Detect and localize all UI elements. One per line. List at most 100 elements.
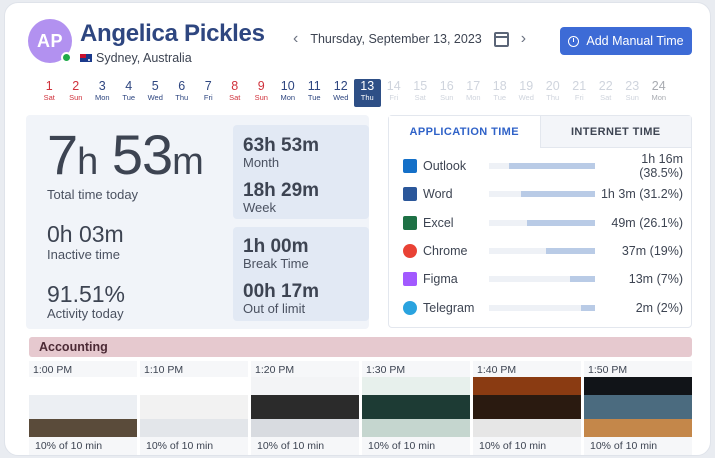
calendar-icon[interactable]	[493, 31, 509, 47]
online-status-dot	[61, 52, 72, 63]
day-number: 7	[204, 79, 212, 93]
screenshot-card[interactable]: 1:20 PM 10% of 10 min	[251, 361, 359, 455]
total-time-value: 7h 53m	[47, 123, 204, 194]
screenshot-thumbnail[interactable]	[29, 377, 137, 437]
screenshot-thumbnail[interactable]	[251, 377, 359, 437]
day-1[interactable]: 1 Sat	[36, 79, 63, 107]
add-manual-time-button[interactable]: Add Manual Time	[560, 27, 692, 55]
day-4[interactable]: 4 Tue	[116, 79, 143, 107]
screenshot-card[interactable]: 1:10 PM 10% of 10 min	[140, 361, 248, 455]
screenshot-time: 1:50 PM	[588, 364, 628, 376]
day-of-week: Fri	[574, 93, 584, 102]
day-number: 6	[178, 79, 186, 93]
day-14: 14 Fri	[381, 79, 408, 107]
day-9[interactable]: 9 Sun	[248, 79, 275, 107]
total-minutes: 53	[111, 123, 173, 186]
time-stats-panel: 7h 53m Total time today 0h 03m Inactive …	[26, 115, 369, 329]
day-number: 19	[519, 79, 534, 93]
screenshot-thumbnail[interactable]	[473, 377, 581, 437]
app-time: 2m	[635, 301, 654, 315]
app-percent: (26.1%)	[639, 216, 683, 230]
day-11[interactable]: 11 Tue	[301, 79, 328, 107]
app-percent: (31.2%)	[639, 187, 683, 201]
day-of-week: Wed	[147, 93, 163, 102]
day-8[interactable]: 8 Sat	[222, 79, 249, 107]
day-number: 2	[72, 79, 80, 93]
day-of-week: Sun	[254, 93, 268, 102]
screenshot-thumbnail[interactable]	[584, 377, 692, 437]
screenshot-thumbnail[interactable]	[362, 377, 470, 437]
app-name: Telegram	[423, 301, 475, 315]
day-5[interactable]: 5 Wed	[142, 79, 169, 107]
app-percent: (7%)	[656, 272, 683, 286]
day-number: 17	[466, 79, 481, 93]
clock-icon	[568, 35, 580, 47]
day-number: 10	[280, 79, 295, 93]
app-percent: (2%)	[656, 301, 683, 315]
app-row-outlook: Outlook 1h 16m (38.5%)	[403, 152, 683, 180]
app-usage-panel: APPLICATION TIME INTERNET TIME Outlook 1h…	[388, 115, 692, 328]
screenshot-card[interactable]: 1:00 PM 10% of 10 min	[29, 361, 137, 455]
chevron-right-icon[interactable]: ›	[521, 31, 526, 47]
screenshot-card[interactable]: 1:40 PM 10% of 10 min	[473, 361, 581, 455]
inactive-time-label: Inactive time	[47, 247, 120, 262]
day-number: 16	[439, 79, 454, 93]
user-name: Angelica Pickles	[80, 20, 265, 47]
usage-tabs: APPLICATION TIME INTERNET TIME	[389, 116, 691, 148]
day-number: 14	[386, 79, 401, 93]
day-of-week: Wed	[333, 93, 349, 102]
usage-bar	[489, 276, 595, 282]
day-7[interactable]: 7 Fri	[195, 79, 222, 107]
screenshot-time: 1:40 PM	[477, 364, 517, 376]
screenshot-thumbnail[interactable]	[140, 377, 248, 437]
hours-unit: h	[77, 141, 98, 183]
day-16: 16 Sun	[434, 79, 461, 107]
app-row-word: Word 1h 3m (31.2%)	[403, 183, 683, 205]
usage-bar-fill	[527, 220, 595, 226]
project-label: Accounting	[29, 337, 692, 357]
day-15: 15 Sat	[407, 79, 434, 107]
app-row-figma: Figma 13m (7%)	[403, 268, 683, 290]
day-13[interactable]: 13 Thu	[354, 79, 381, 107]
day-number: 9	[257, 79, 265, 93]
screenshot-card[interactable]: 1:50 PM 10% of 10 min	[584, 361, 692, 455]
day-of-week: Sun	[440, 93, 454, 102]
day-number: 1	[45, 79, 53, 93]
app-time: 49m	[611, 216, 636, 230]
user-location: Sydney, Australia	[80, 51, 192, 65]
tab-internet-time[interactable]: INTERNET TIME	[540, 116, 691, 148]
day-12[interactable]: 12 Wed	[328, 79, 355, 107]
screenshot-card[interactable]: 1:30 PM 10% of 10 min	[362, 361, 470, 455]
app-percent: (38.5%)	[639, 166, 683, 180]
figma-icon	[403, 272, 417, 286]
location-text: Sydney, Australia	[96, 51, 192, 65]
app-row-excel: Excel 49m (26.1%)	[403, 212, 683, 234]
app-row-chrome: Chrome 37m (19%)	[403, 240, 683, 262]
day-number: 8	[231, 79, 239, 93]
day-10[interactable]: 10 Mon	[275, 79, 302, 107]
app-time: 1h 3m	[600, 187, 636, 201]
inactive-time-value: 0h 03m	[47, 221, 124, 247]
day-number: 15	[413, 79, 428, 93]
day-2[interactable]: 2 Sun	[63, 79, 90, 107]
screenshot-time: 1:00 PM	[33, 364, 73, 376]
day-6[interactable]: 6 Thu	[169, 79, 196, 107]
day-of-week: Thu	[360, 93, 374, 102]
word-icon	[403, 187, 417, 201]
day-3[interactable]: 3 Mon	[89, 79, 116, 107]
usage-bar-fill	[520, 191, 595, 197]
week-label: Week	[243, 200, 276, 215]
app-name: Word	[423, 187, 453, 201]
total-hours: 7	[47, 123, 78, 186]
day-of-week: Tue	[493, 93, 507, 102]
day-of-week: Tue	[122, 93, 136, 102]
day-number: 21	[572, 79, 587, 93]
chrome-icon	[403, 244, 417, 258]
day-of-week: Fri	[389, 93, 399, 102]
activity-value: 91.51%	[47, 281, 126, 307]
day-number: 24	[651, 79, 666, 93]
chevron-left-icon[interactable]: ‹	[293, 31, 298, 47]
day-of-week: Sat	[600, 93, 612, 102]
tab-application-time[interactable]: APPLICATION TIME	[389, 116, 541, 148]
screenshot-caption: 10% of 10 min	[368, 440, 436, 452]
